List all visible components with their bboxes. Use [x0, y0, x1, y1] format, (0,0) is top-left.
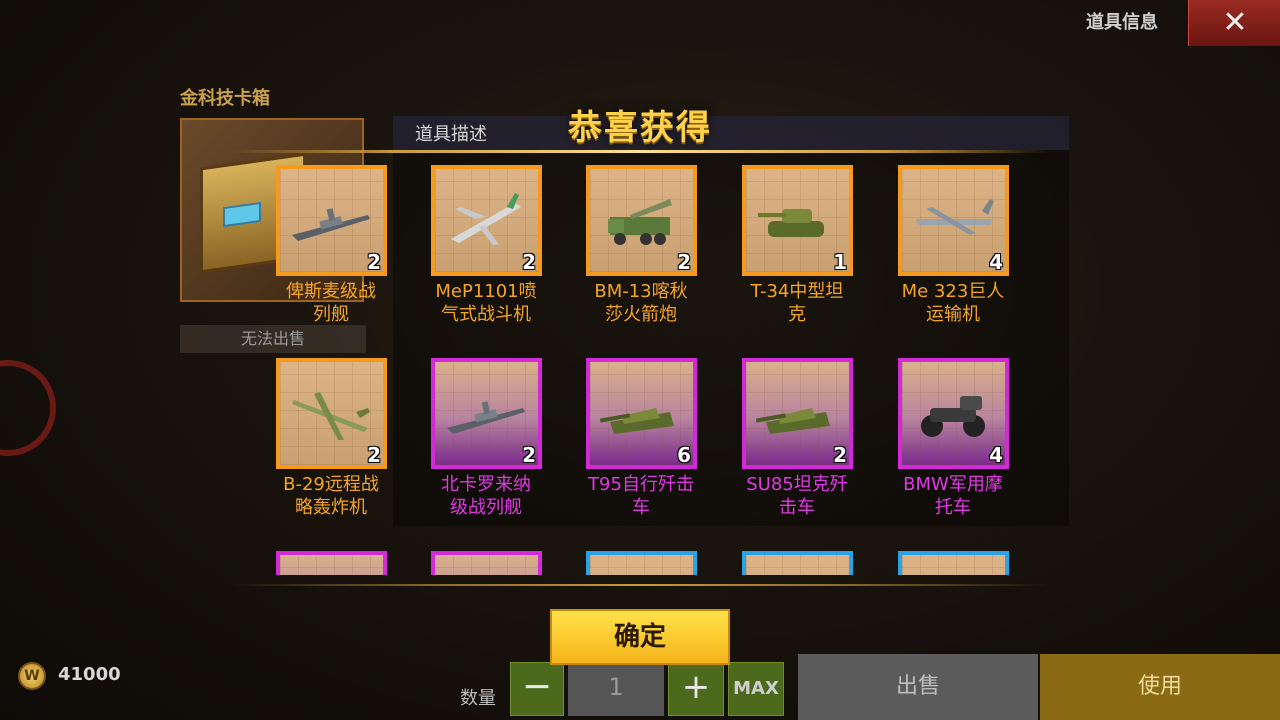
reward-quantity: 4 [989, 443, 1003, 467]
tank-icon [758, 209, 824, 237]
reward-name-line2: 车 [632, 497, 650, 518]
battleship-icon [292, 208, 370, 241]
rocket-truck-icon [608, 199, 672, 245]
reward-quantity: 2 [522, 250, 536, 274]
reward-card-bg [746, 555, 849, 575]
sell-button[interactable]: 出售 [798, 654, 1038, 720]
reward-card[interactable]: 4 [898, 358, 1009, 469]
popup-divider-bottom [230, 584, 1050, 586]
decrease-quantity-button[interactable]: − [510, 662, 564, 716]
reward-popup-title: 恭喜获得 [568, 108, 712, 148]
reward-card-bg [590, 555, 693, 575]
coin-amount: 41000 [58, 664, 121, 685]
reward-card[interactable] [742, 551, 853, 575]
popup-divider-top [230, 150, 1050, 153]
confirm-button[interactable]: 确定 [550, 609, 730, 665]
reward-name-line1: Me 323巨人 [901, 281, 1005, 302]
reward-name: Me 323巨人 运输机 [883, 280, 1023, 326]
close-button[interactable]: ✕ [1188, 0, 1280, 46]
quantity-input[interactable]: 1 [568, 662, 664, 716]
reward-card[interactable]: 2 [276, 358, 387, 469]
reward-card[interactable]: 1 [742, 165, 853, 276]
coin-icon: W [18, 662, 46, 690]
reward-name: B-29远程战 略轰炸机 [261, 473, 401, 519]
reward-name-line1: 俾斯麦级战 [286, 281, 376, 302]
reward-card[interactable] [898, 551, 1009, 575]
bomber-icon [292, 392, 370, 440]
tank-destroyer-icon [756, 408, 830, 434]
reward-card[interactable]: 4 [898, 165, 1009, 276]
reward-name: 北卡罗来纳 级战列舰 [416, 473, 556, 519]
reward-card-bg [280, 555, 383, 575]
transport-plane-icon [916, 199, 994, 235]
tank-destroyer-icon [600, 408, 674, 434]
page-title: 道具信息 [1086, 12, 1158, 33]
increase-quantity-button[interactable]: + [668, 662, 724, 716]
reward-name: MeP1101喷 气式战斗机 [416, 280, 556, 326]
reward-card-bg [435, 555, 538, 575]
reward-name-line1: MeP1101喷 [435, 281, 537, 302]
reward-name: T-34中型坦克 [727, 280, 867, 326]
reward-name-line2: 克 [788, 304, 806, 325]
reward-name-line1: BM-13喀秋 [594, 281, 688, 302]
reward-name: BMW军用摩 托车 [883, 473, 1023, 519]
reward-name-line2: 略轰炸机 [295, 497, 367, 518]
max-quantity-button[interactable]: MAX [728, 662, 784, 716]
reward-card-bg [902, 555, 1005, 575]
reward-quantity: 4 [989, 250, 1003, 274]
reward-name: BM-13喀秋 莎火箭炮 [571, 280, 711, 326]
reward-quantity: 6 [677, 443, 691, 467]
reward-name-line1: T-34中型坦 [750, 281, 844, 302]
reward-name-line2: 击车 [779, 497, 815, 518]
battleship-icon [447, 401, 525, 434]
close-icon: ✕ [1222, 5, 1248, 40]
reward-quantity: 2 [522, 443, 536, 467]
reward-name-line2: 运输机 [926, 304, 980, 325]
reward-name-line2: 莎火箭炮 [605, 304, 677, 325]
reward-name-line1: T95自行歼击 [588, 474, 694, 495]
jet-fighter-icon [451, 193, 521, 245]
reward-name-line2: 列舰 [313, 304, 349, 325]
reward-quantity: 2 [833, 443, 847, 467]
quantity-label: 数量 [460, 688, 496, 709]
reward-name-line2: 级战列舰 [450, 497, 522, 518]
reward-card[interactable]: 2 [276, 165, 387, 276]
reward-card[interactable] [276, 551, 387, 575]
reward-card[interactable] [431, 551, 542, 575]
reward-name-line2: 气式战斗机 [441, 304, 531, 325]
reward-name: 俾斯麦级战 列舰 [261, 280, 401, 326]
use-button[interactable]: 使用 [1040, 654, 1280, 720]
reward-name-line1: B-29远程战 [283, 474, 379, 495]
reward-card[interactable]: 2 [742, 358, 853, 469]
motorcycle-icon [921, 396, 985, 437]
reward-quantity: 2 [367, 250, 381, 274]
reward-card[interactable]: 2 [431, 358, 542, 469]
reward-name-line1: SU85坦克歼 [746, 474, 848, 495]
reward-name-line1: BMW军用摩 [903, 474, 1003, 495]
reward-grid[interactable]: 2 俾斯麦级战 列舰 2 MeP1101喷 气式战斗机 2 BM-13喀秋 莎火箭炮 1 T-34中… [260, 160, 1040, 575]
reward-card[interactable]: 2 [586, 165, 697, 276]
reward-name: SU85坦克歼 击车 [727, 473, 867, 519]
reward-card[interactable]: 6 [586, 358, 697, 469]
reward-quantity: 2 [367, 443, 381, 467]
reward-card[interactable]: 2 [431, 165, 542, 276]
reward-name-line1: 北卡罗来纳 [441, 474, 531, 495]
reward-quantity: 2 [677, 250, 691, 274]
reward-quantity: 1 [833, 250, 847, 274]
reward-name-line2: 托车 [935, 497, 971, 518]
reward-card[interactable] [586, 551, 697, 575]
reward-name: T95自行歼击车 [571, 473, 711, 519]
